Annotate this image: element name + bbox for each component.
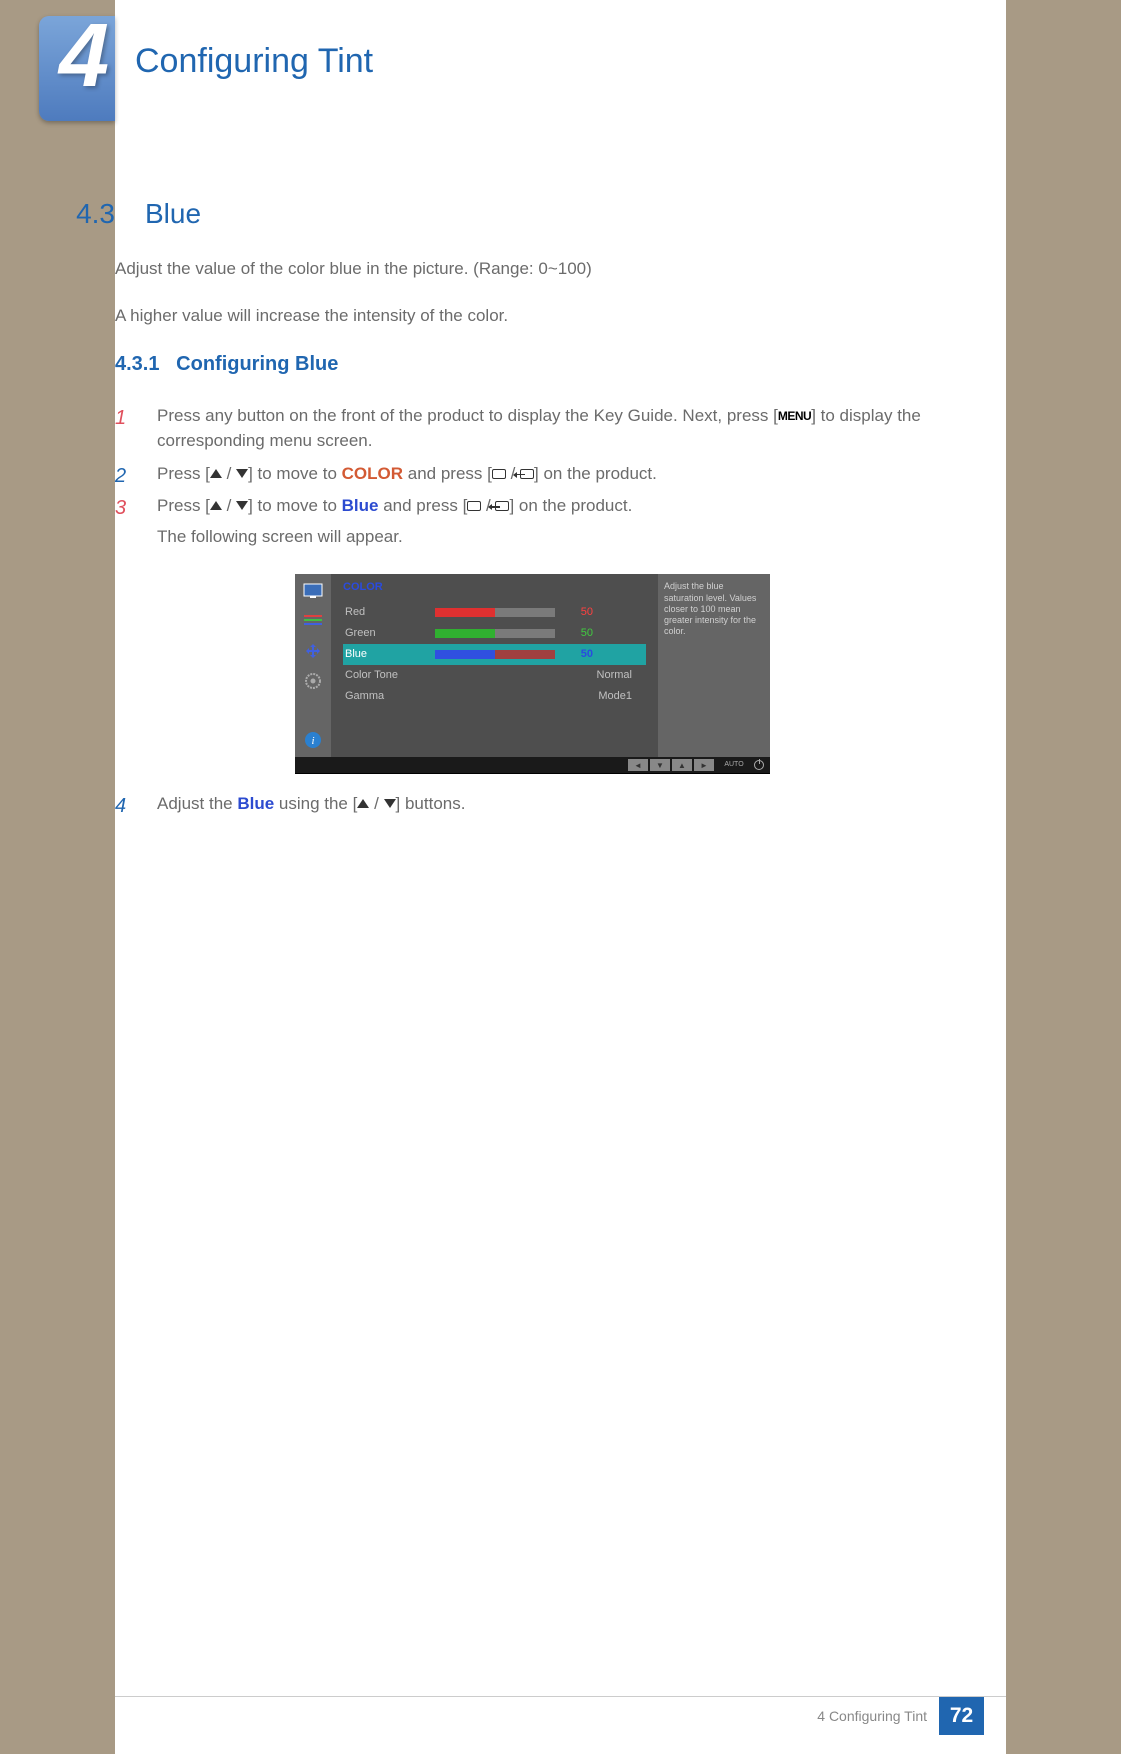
osd-value: 50 (555, 626, 593, 642)
osd-value: Mode1 (435, 689, 644, 705)
footer: 4 Configuring Tint 72 (115, 1696, 1006, 1734)
intro-para-2: A higher value will increase the intensi… (115, 304, 965, 329)
section-number: 4.3 (11, 198, 115, 230)
footer-chapter-label: 4 Configuring Tint (817, 1708, 927, 1724)
intro-para-1: Adjust the value of the color blue in th… (115, 257, 965, 282)
nav-left-icon: ◄ (628, 759, 648, 771)
resize-icon (302, 640, 324, 662)
step-text: ] buttons. (396, 794, 466, 813)
subsection-num: 4.3.1 (115, 353, 159, 375)
osd-row-green: Green 50 (343, 623, 646, 644)
info-icon: i (302, 729, 324, 751)
box-arrow-icon (495, 501, 509, 511)
highlight-blue: Blue (237, 794, 274, 813)
step-text: Adjust the (157, 794, 237, 813)
osd-row-label: Color Tone (345, 668, 435, 684)
up-arrow-icon (210, 469, 222, 478)
svg-text:i: i (311, 735, 314, 747)
content: Adjust the value of the color blue in th… (115, 257, 965, 825)
osd-row-label: Gamma (345, 689, 435, 705)
osd-value: 50 (555, 647, 593, 663)
step-text: ] on the product. (509, 496, 632, 515)
osd-row-blue-selected: Blue 50 (343, 644, 646, 665)
osd-header: COLOR (343, 580, 646, 596)
step-number: 2 (115, 462, 126, 491)
step-number: 4 (115, 792, 126, 821)
step-text: and press [ (403, 464, 492, 483)
highlight-blue: Blue (342, 496, 379, 515)
steps-list-continued: 4 Adjust the Blue using the [ / ] button… (115, 792, 965, 817)
box-arrow-icon (520, 469, 534, 479)
step-2: 2 Press [ / ] to move to COLOR and press… (115, 462, 965, 487)
osd-menu: COLOR Red 50 Green 50 Blue 50 (331, 574, 658, 757)
nav-auto-label: AUTO (716, 759, 752, 771)
step-text: using the [ (274, 794, 357, 813)
step-subtext: The following screen will appear. (157, 525, 965, 550)
step-1: 1 Press any button on the front of the p… (115, 404, 965, 453)
step-text: Press any button on the front of the pro… (157, 406, 778, 425)
step-text: ] to move to (248, 496, 342, 515)
osd-navbar: ◄ ▼ ▲ ► AUTO (295, 757, 770, 773)
chapter-number: 4 (59, 5, 109, 108)
osd-sidebar: i (295, 574, 331, 757)
osd-row-gamma: Gamma Mode1 (343, 686, 646, 707)
highlight-color: COLOR (342, 464, 403, 483)
osd-row-label: Red (345, 605, 435, 621)
osd-value: 50 (555, 605, 593, 621)
section-title: Blue (145, 198, 201, 229)
monitor-icon (302, 580, 324, 602)
step-3: 3 Press [ / ] to move to Blue and press … (115, 494, 965, 549)
osd-row-colortone: Color Tone Normal (343, 665, 646, 686)
osd-slider (435, 650, 555, 659)
step-text: Press [ (157, 496, 210, 515)
down-arrow-icon (236, 469, 248, 478)
down-arrow-icon (384, 799, 396, 808)
box-icon (467, 501, 481, 511)
osd-tooltip: Adjust the blue saturation level. Values… (658, 574, 770, 757)
subsection-title: Configuring Blue (176, 353, 338, 375)
step-4: 4 Adjust the Blue using the [ / ] button… (115, 792, 965, 817)
step-text: Press [ (157, 464, 210, 483)
osd-slider (435, 629, 555, 638)
chapter-title: Configuring Tint (135, 42, 373, 81)
nav-up-icon: ▲ (672, 759, 692, 771)
nav-down-icon: ▼ (650, 759, 670, 771)
nav-right-icon: ► (694, 759, 714, 771)
step-text: ] on the product. (534, 464, 657, 483)
box-icon (492, 469, 506, 479)
step-text: and press [ (378, 496, 467, 515)
osd-value: Normal (435, 668, 644, 684)
osd-row-red: Red 50 (343, 602, 646, 623)
osd-row-label: Green (345, 626, 435, 642)
up-arrow-icon (357, 799, 369, 808)
osd-row-label: Blue (345, 647, 435, 663)
step-text: ] to move to (248, 464, 342, 483)
page: 4 Configuring Tint 4.3Blue Adjust the va… (115, 0, 1006, 1754)
step-number: 1 (115, 404, 126, 433)
page-number: 72 (939, 1697, 984, 1735)
section-heading: 4.3 Blue (11, 198, 201, 230)
osd-slider (435, 608, 555, 617)
menu-button-label: MENU (778, 408, 811, 425)
lines-icon (302, 610, 324, 632)
down-arrow-icon (236, 501, 248, 510)
step-number: 3 (115, 494, 126, 523)
osd-screenshot: i COLOR Red 50 Green 50 Blue (295, 574, 770, 774)
up-arrow-icon (210, 501, 222, 510)
gear-icon (302, 670, 324, 692)
power-icon (754, 760, 764, 770)
steps-list: 1 Press any button on the front of the p… (115, 404, 965, 549)
subsection-heading: 4.3.1 Configuring Blue (115, 350, 965, 379)
